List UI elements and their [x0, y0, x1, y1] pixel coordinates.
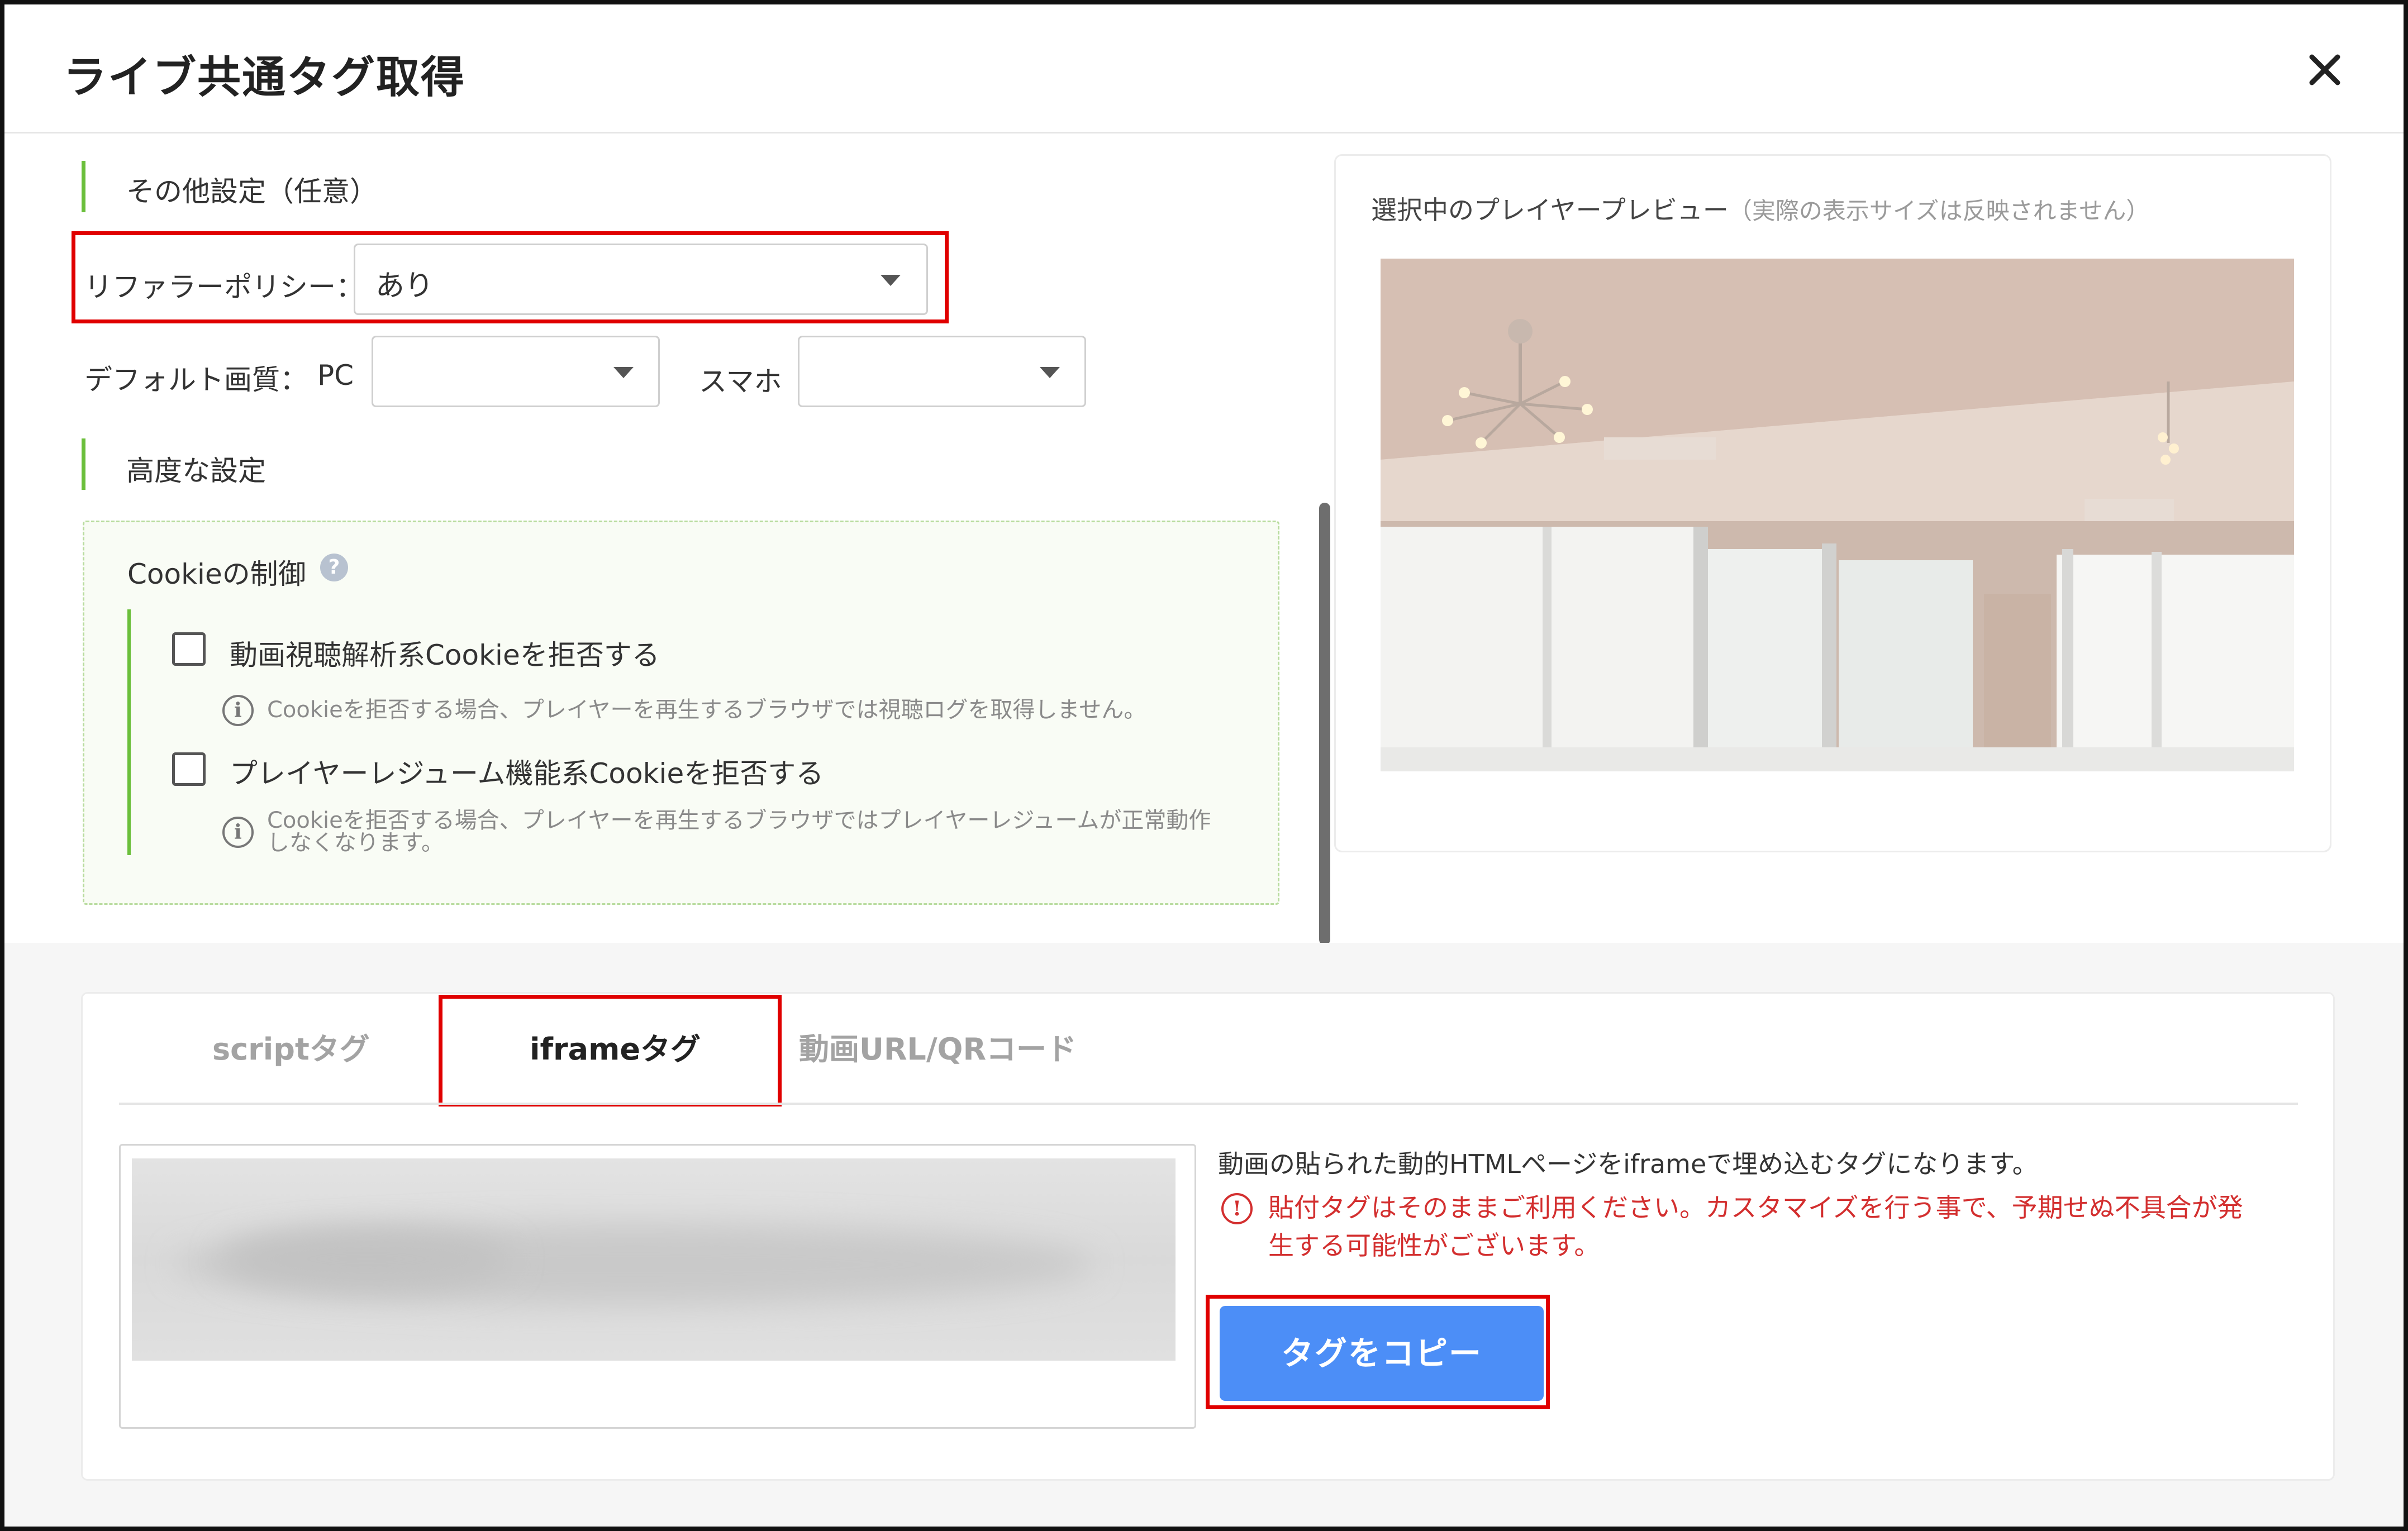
player-preview-image: [1381, 259, 2294, 771]
preview-title-main: 選択中のプレイヤープレビュー: [1371, 195, 1729, 225]
dialog-header: ライブ共通タグ取得: [4, 4, 2404, 133]
section-accent-bar: [82, 161, 85, 212]
info-icon: i: [222, 817, 254, 848]
resume-cookie-hint-line-2: しなくなります。: [267, 830, 444, 856]
close-icon: [2309, 54, 2340, 85]
copy-tag-button[interactable]: タグをコピー: [1220, 1306, 1544, 1401]
referrer-policy-select[interactable]: あり: [354, 244, 928, 315]
room-interior-image: [1381, 259, 2294, 771]
smartphone-label: スマホ: [699, 365, 782, 398]
preview-title-note: （実際の表示サイズは反映されません）: [1728, 197, 2150, 225]
section-accent-bar: [82, 438, 85, 490]
tag-warning-line-2: 生する可能性がございます。: [1268, 1230, 1600, 1261]
tab-video-url-qr[interactable]: 動画URL/QRコード: [799, 1024, 1077, 1069]
pc-quality-select[interactable]: [372, 336, 660, 407]
close-button[interactable]: [2300, 45, 2350, 95]
advanced-settings-heading: 高度な設定: [126, 455, 266, 487]
tag-dialog: ライブ共通タグ取得 その他設定（任意） リファラーポリシー： あり デフォルト画…: [0, 0, 2408, 1531]
resume-cookie-hint-line-1: Cookieを拒否する場合、プレイヤーを再生するブラウザではプレイヤーレジューム…: [267, 808, 1211, 833]
tag-description: 動画の貼られた動的HTMLページをiframeで埋め込むタグになります。: [1218, 1149, 2038, 1179]
tag-code-blurred: [132, 1158, 1176, 1361]
tab-divider: [119, 1103, 2298, 1105]
cookie-options-accent-bar: [127, 609, 131, 855]
referrer-policy-label: リファラーポリシー：: [84, 271, 364, 303]
dialog-title: ライブ共通タグ取得: [63, 53, 466, 103]
resume-cookie-label: プレイヤーレジューム機能系Cookieを拒否する: [230, 757, 824, 790]
analytics-cookie-label: 動画視聴解析系Cookieを拒否する: [230, 639, 660, 671]
info-icon: i: [222, 695, 254, 726]
settings-scrollbar[interactable]: [1319, 503, 1330, 945]
tab-script[interactable]: scriptタグ: [212, 1024, 370, 1069]
caret-down-icon: [881, 275, 901, 286]
referrer-policy-value: あり: [375, 269, 434, 303]
caret-down-icon: [613, 367, 634, 378]
tab-iframe[interactable]: iframeタグ: [530, 1024, 701, 1069]
preview-title: 選択中のプレイヤープレビュー（実際の表示サイズは反映されません）: [1371, 190, 2149, 227]
default-quality-label: デフォルト画質：: [84, 364, 308, 396]
tag-warning: 貼付タグはそのままご利用ください。カスタマイズを行う事で、予期せぬ不具合が発 生…: [1268, 1189, 2296, 1265]
help-icon[interactable]: ?: [320, 554, 348, 581]
analytics-cookie-hint: Cookieを拒否する場合、プレイヤーを再生するブラウザでは視聴ログを取得しませ…: [267, 697, 1146, 723]
smartphone-quality-select[interactable]: [798, 336, 1086, 407]
analytics-cookie-checkbox[interactable]: [172, 632, 206, 666]
caret-down-icon: [1040, 367, 1060, 378]
cookie-control-title: Cookieの制御: [127, 558, 306, 590]
pc-label: PC: [317, 359, 354, 392]
warning-icon: !: [1221, 1193, 1253, 1224]
other-settings-heading: その他設定（任意）: [126, 175, 378, 208]
tag-warning-line-1: 貼付タグはそのままご利用ください。カスタマイズを行う事で、予期せぬ不具合が発: [1268, 1193, 2243, 1223]
resume-cookie-checkbox[interactable]: [172, 752, 206, 786]
